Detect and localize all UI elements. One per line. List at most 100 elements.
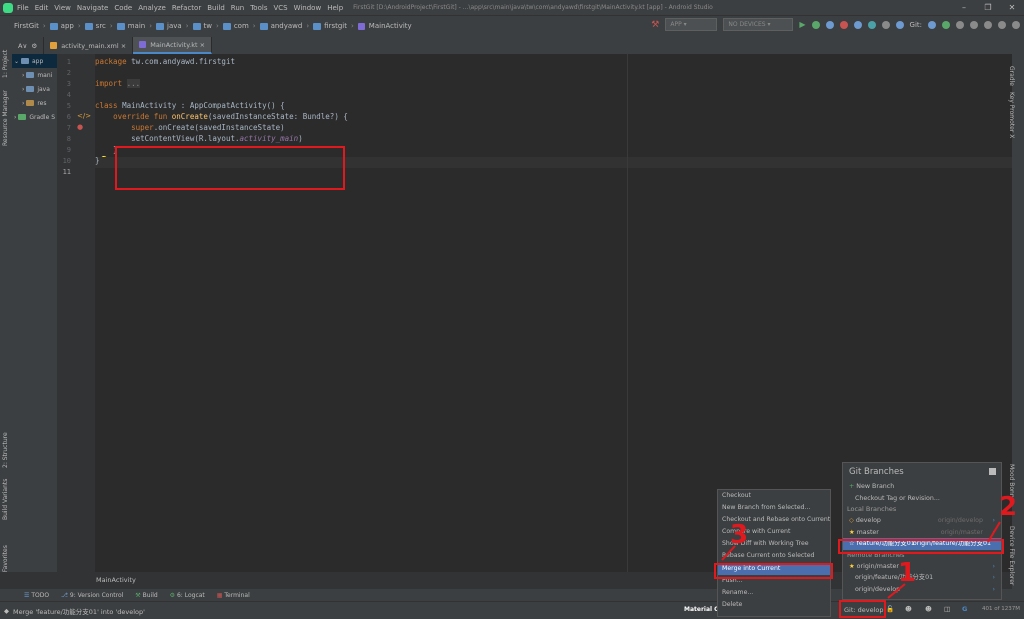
menu-tools[interactable]: Tools: [250, 4, 267, 12]
menu-checkout[interactable]: Checkout: [718, 490, 830, 502]
lock-icon[interactable]: 🔓: [886, 605, 894, 613]
profile-icon[interactable]: [853, 20, 862, 29]
event-icon[interactable]: ☻: [925, 605, 932, 613]
menu-analyze[interactable]: Analyze: [138, 4, 166, 12]
close-tab-icon[interactable]: ×: [200, 41, 205, 49]
remote-branch-develop[interactable]: origin/develop ›: [843, 584, 1001, 596]
device-dropdown[interactable]: NO DEVICES ▾: [723, 18, 794, 31]
gear-icon[interactable]: ⚙: [31, 42, 37, 50]
menu-edit[interactable]: Edit: [35, 4, 49, 12]
remote-branch-feature[interactable]: origin/feature/功能分支01 ›: [843, 572, 1001, 584]
code-breadcrumb-label[interactable]: MainActivity: [96, 576, 136, 584]
avd-manager-icon[interactable]: [881, 20, 890, 29]
maximize-icon[interactable]: ❐: [976, 0, 1000, 15]
tree-item-manifests[interactable]: › mani: [12, 68, 57, 82]
run-icon[interactable]: ▶: [799, 20, 805, 29]
minimize-icon[interactable]: –: [952, 0, 976, 15]
git-revert-icon[interactable]: [970, 20, 978, 29]
breadcrumb-item[interactable]: com: [222, 22, 249, 30]
folded-imports[interactable]: ...: [126, 79, 141, 88]
menu-window[interactable]: Window: [294, 4, 322, 12]
menu-navigate[interactable]: Navigate: [77, 4, 108, 12]
breadcrumb-item[interactable]: main: [116, 22, 145, 30]
annotation-box: [115, 146, 345, 190]
google-icon[interactable]: G: [962, 605, 967, 613]
menu-new-branch-from-selected[interactable]: New Branch from Selected...: [718, 502, 830, 514]
hammer-icon[interactable]: ⚒: [651, 20, 659, 30]
debug-icon[interactable]: [825, 20, 834, 29]
project-view-selector[interactable]: A∨ ⚙: [12, 37, 45, 54]
menu-merge-into-current[interactable]: Merge into Current: [718, 562, 830, 575]
breadcrumb-item[interactable]: tw: [192, 22, 212, 30]
terminal-tab[interactable]: ▦ Terminal: [217, 592, 250, 599]
breadcrumb-item[interactable]: FirstGit: [14, 22, 39, 30]
stop-icon[interactable]: [839, 20, 848, 29]
breadcrumb-item[interactable]: app: [49, 22, 74, 30]
remote-branch-master[interactable]: ★ origin/master ›: [843, 561, 1001, 573]
local-branch-develop[interactable]: ◇ develop origin/develop ›: [843, 515, 1001, 527]
menu-rename[interactable]: Rename...: [718, 587, 830, 599]
project-tool-tab[interactable]: 1: Project: [2, 50, 9, 78]
menu-code[interactable]: Code: [114, 4, 132, 12]
git-history-icon[interactable]: [956, 20, 964, 29]
todo-tab[interactable]: ☰ TODO: [24, 592, 49, 599]
menu-run[interactable]: Run: [231, 4, 244, 12]
tree-item-java[interactable]: › java: [12, 82, 57, 96]
tab-activity-main-xml[interactable]: activity_main.xml ×: [44, 37, 134, 54]
breadcrumb-item[interactable]: andyawd: [259, 22, 302, 30]
new-branch-action[interactable]: + New Branch: [843, 481, 1001, 493]
git-branch-widget[interactable]: Git: develop: [844, 606, 884, 614]
menu-push[interactable]: Push...: [718, 575, 830, 587]
gradle-tab[interactable]: Gradle: [1008, 66, 1015, 86]
run-config-dropdown[interactable]: APP ▾: [665, 18, 718, 31]
resource-manager-tab[interactable]: Resource Manager: [2, 90, 9, 146]
apply-changes-icon[interactable]: [811, 20, 820, 29]
menu-vcs[interactable]: VCS: [273, 4, 287, 12]
breadcrumb-item[interactable]: MainActivity: [357, 22, 412, 30]
sync-icon[interactable]: [867, 20, 876, 29]
structure-tab[interactable]: 2: Structure: [2, 432, 9, 468]
menu-rebase-current[interactable]: Rebase Current onto Selected: [718, 550, 830, 562]
key-promoter-tab[interactable]: Key Promoter X: [1008, 92, 1015, 138]
menu-delete[interactable]: Delete: [718, 599, 830, 611]
device-file-explorer-tab[interactable]: Device File Explorer: [1008, 526, 1015, 585]
code-tag-icon[interactable]: </>: [77, 112, 91, 120]
build-icon: ⚒: [135, 591, 141, 599]
git-commit-icon[interactable]: [942, 20, 950, 29]
checkout-tag-action[interactable]: Checkout Tag or Revision...: [843, 493, 1001, 505]
tree-item-app[interactable]: ⌄ app: [12, 54, 57, 68]
action-label: Checkout Tag or Revision...: [855, 494, 940, 502]
settings-icon[interactable]: [984, 20, 992, 29]
local-branch-master[interactable]: ★ master origin/master ›: [843, 527, 1001, 539]
chevron-right-icon: ›: [22, 99, 25, 107]
settings-square-icon[interactable]: [989, 468, 996, 475]
close-icon[interactable]: ✕: [1000, 0, 1024, 15]
build-variants-tab[interactable]: Build Variants: [2, 479, 9, 520]
close-tab-icon[interactable]: ×: [121, 42, 126, 50]
tree-item-gradle-scripts[interactable]: › Gradle S: [12, 110, 57, 124]
version-control-tab[interactable]: ⎇ 9: Version Control: [61, 592, 123, 599]
override-icon[interactable]: ●: [77, 123, 83, 131]
local-branch-feature[interactable]: ☆ feature/功能分支01 origin/feature/功能分支01: [843, 538, 1001, 550]
structure-icon[interactable]: [998, 20, 1006, 29]
git-update-icon[interactable]: [928, 20, 936, 29]
menu-refactor[interactable]: Refactor: [172, 4, 201, 12]
memory-indicator[interactable]: 401 of 1237M: [982, 606, 1020, 612]
menu-build[interactable]: Build: [207, 4, 225, 12]
menu-view[interactable]: View: [54, 4, 71, 12]
breadcrumb-item[interactable]: java: [156, 22, 182, 30]
popup-title-text: Git Branches: [849, 467, 904, 477]
logcat-tab[interactable]: ⚙ 6: Logcat: [170, 592, 205, 599]
git-label: Git:: [909, 20, 922, 29]
menu-file[interactable]: File: [17, 4, 29, 12]
trash-icon[interactable]: ◫: [944, 605, 950, 613]
tree-item-res[interactable]: › res: [12, 96, 57, 110]
smile-icon[interactable]: ☻: [905, 605, 912, 613]
build-tab[interactable]: ⚒ Build: [135, 592, 157, 599]
tab-mainactivity-kt[interactable]: MainActivity.kt ×: [133, 37, 213, 54]
menu-help[interactable]: Help: [327, 4, 343, 12]
sdk-manager-icon[interactable]: [895, 20, 904, 29]
search-icon[interactable]: [1012, 20, 1020, 29]
breadcrumb-item[interactable]: firstgit: [313, 22, 347, 30]
breadcrumb-item[interactable]: src: [84, 22, 106, 30]
